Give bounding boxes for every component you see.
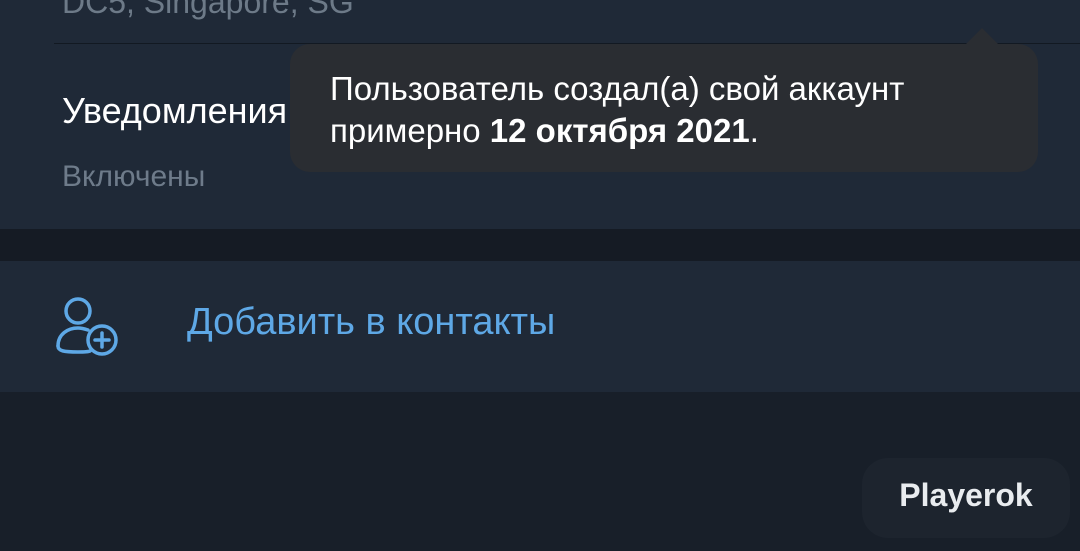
account-created-tooltip: Пользователь создал(а) свой аккаунт прим… — [290, 44, 1038, 172]
watermark-text: Playerok — [899, 477, 1033, 513]
add-contact-button[interactable]: Добавить в контакты — [0, 261, 1080, 392]
tooltip-text: Пользователь создал(а) свой аккаунт прим… — [330, 68, 998, 152]
notifications-title: Уведомления — [62, 90, 288, 131]
section-gap — [0, 229, 1080, 261]
tooltip-text-suffix: . — [749, 112, 759, 149]
watermark-badge: Playerok — [862, 458, 1070, 538]
add-contact-label: Добавить в контакты — [187, 301, 556, 343]
dc-location-text: DC5, Singapore, SG — [62, 0, 354, 20]
add-user-icon — [56, 297, 118, 356]
notifications-status: Включены — [62, 160, 206, 193]
tooltip-date: 12 октября 2021 — [489, 112, 750, 149]
